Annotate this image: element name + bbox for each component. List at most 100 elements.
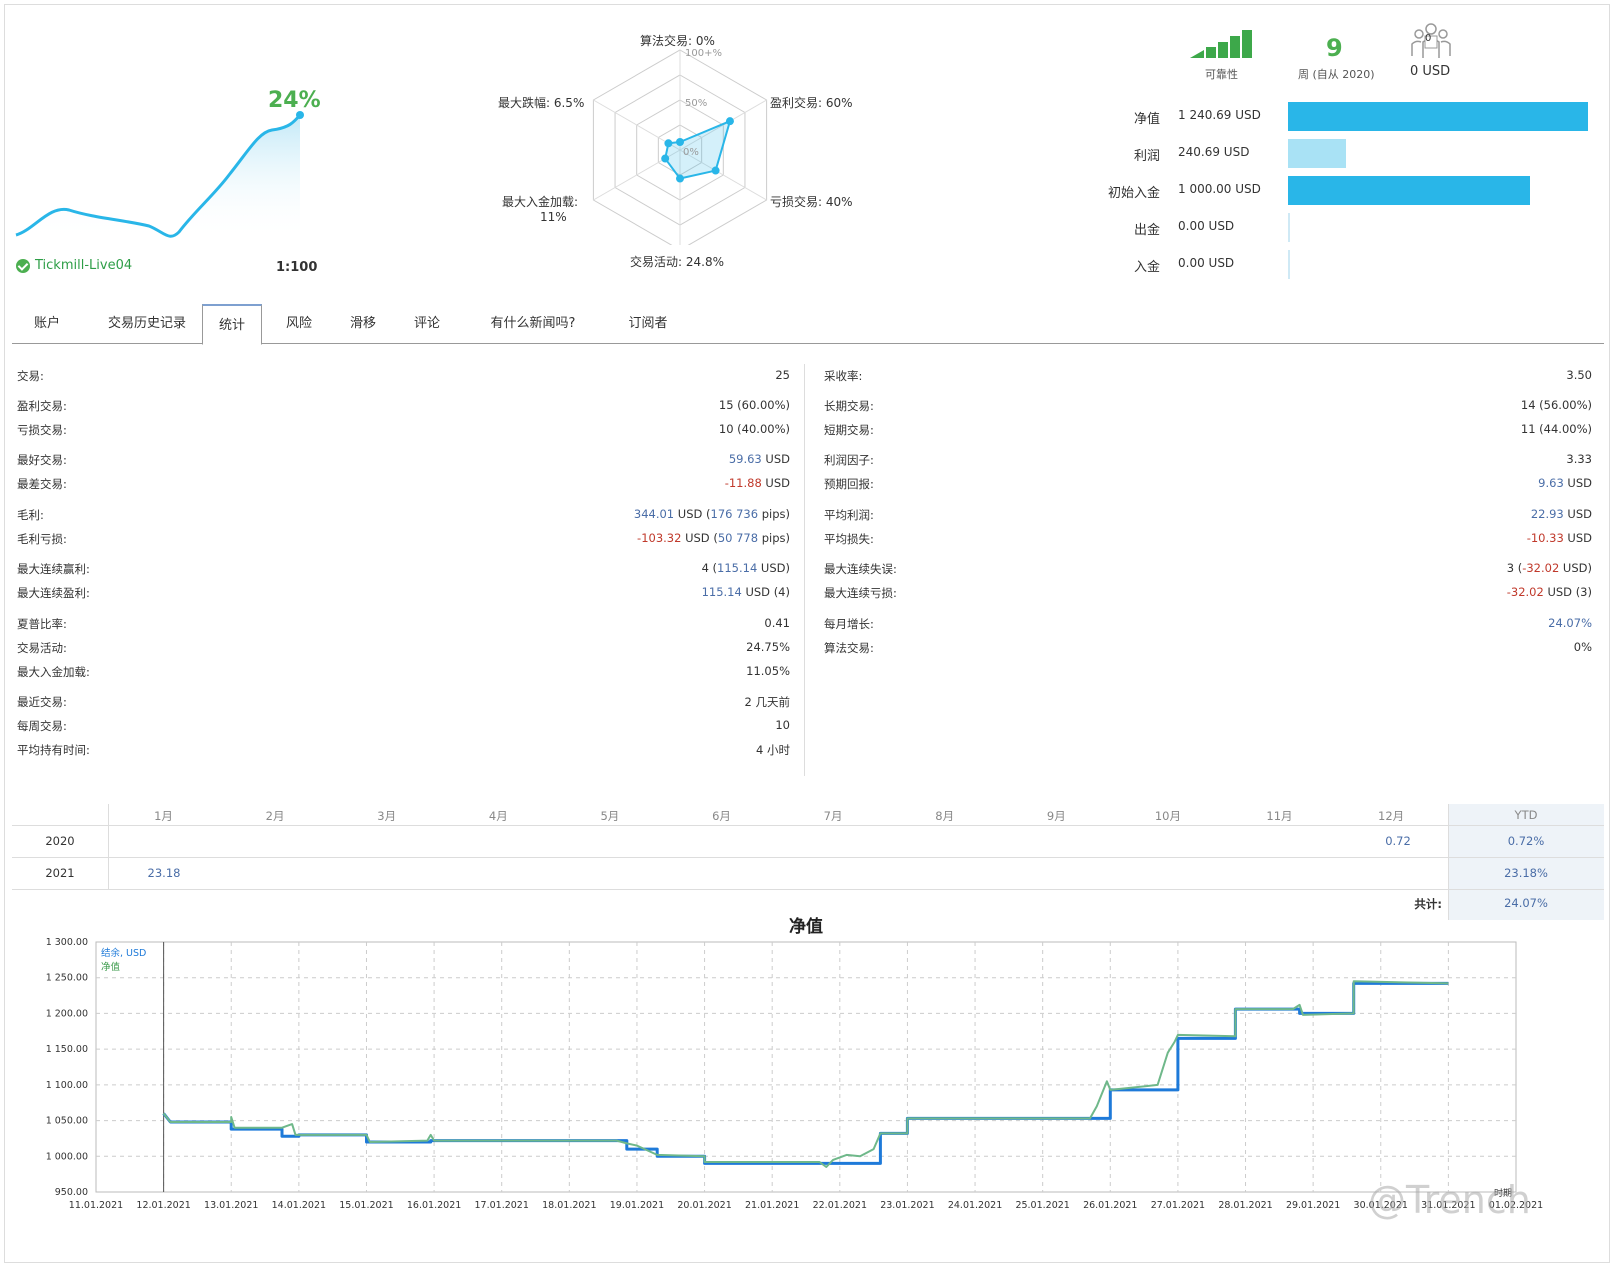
leverage: 1:100 (276, 260, 318, 275)
stat-value-part: USD ( (681, 531, 718, 545)
stat-label: 最大连续赢利: (17, 562, 90, 576)
stat-value-part: 50 778 (717, 531, 759, 545)
stat-value-part: -32.02 (1522, 561, 1560, 575)
tab-slippage[interactable]: 滑移 (338, 304, 388, 344)
balance-row: 初始入金 1 000.00 USD (1060, 176, 1600, 206)
x-tick-label: 28.01.2021 (1218, 1200, 1272, 1211)
ytd-col-divider (1448, 804, 1449, 920)
month-header: 2月 (265, 809, 285, 823)
stat-value: -10.33 USD (1527, 531, 1592, 545)
stat-label: 交易活动: (17, 641, 67, 655)
month-value: 0.72 (1385, 834, 1411, 848)
stat-value-part: -32.02 (1506, 585, 1544, 599)
balance-bar (1288, 176, 1530, 205)
tab-history[interactable]: 交易历史记录 (92, 304, 202, 344)
monthly-row-2021: 2021 23.18 23.18% (12, 858, 1604, 890)
radar-point (711, 166, 720, 175)
tab-statistics[interactable]: 统计 (202, 304, 262, 345)
stat-value-text: 10 (775, 718, 790, 732)
stat-value: 3.33 (1566, 452, 1592, 466)
stat-label: 最差交易: (17, 477, 67, 491)
y-tick-label: 1 250.00 (46, 973, 88, 984)
month-header: 9月 (1046, 809, 1066, 823)
stat-value-part: 59.63 (728, 452, 762, 466)
stat-label: 最大连续失误: (824, 562, 897, 576)
radar-label-max-load-value: 11% (540, 210, 567, 224)
tab-subscribers[interactable]: 订阅者 (616, 304, 680, 344)
stat-value-text: 3.33 (1566, 452, 1592, 466)
stat-value: 115.14 USD (4) (702, 585, 790, 599)
stat-value-part: pips) (758, 531, 790, 545)
stat-label: 毛利亏损: (17, 532, 67, 546)
radar-point (676, 174, 684, 183)
x-tick-label: 25.01.2021 (1015, 1200, 1069, 1211)
stat-value: 11 (44.00%) (1521, 422, 1592, 436)
balance-bar (1288, 213, 1290, 242)
year-col-divider (108, 804, 109, 890)
stat-value: 14 (56.00%) (1521, 398, 1592, 412)
stat-label: 每月增长: (824, 617, 874, 631)
broker-name: Tickmill-Live04 (35, 258, 133, 273)
month-header: 3月 (377, 809, 397, 823)
balance-label: 初始入金 (1107, 186, 1160, 201)
balance-bar (1288, 139, 1347, 168)
y-tick-label: 1 150.00 (46, 1044, 88, 1055)
tab-news[interactable]: 有什么新闻吗? (474, 304, 592, 344)
radar-ring-50: 50% (685, 98, 708, 109)
watermark: @Trench (1368, 1178, 1531, 1222)
stat-value: 0.41 (764, 616, 790, 630)
stat-value: -11.88 USD (725, 476, 790, 490)
stat-value-text: 15 (60.00%) (718, 398, 790, 412)
month-header: 10月 (1154, 809, 1181, 823)
stat-label: 平均持有时间: (17, 743, 90, 757)
y-tick-label: 1 200.00 (46, 1008, 88, 1019)
radar-label-loss-trades: 亏损交易: 40% (770, 195, 853, 209)
x-tick-label: 29.01.2021 (1286, 1200, 1340, 1211)
tab-account[interactable]: 账户 (20, 304, 74, 344)
tab-risk[interactable]: 风险 (274, 304, 324, 344)
stat-value-part: USD (761, 476, 790, 490)
x-tick-label: 16.01.2021 (407, 1200, 461, 1211)
stat-value: 10 (775, 718, 790, 732)
x-tick-label: 22.01.2021 (813, 1200, 867, 1211)
broker-link[interactable]: Tickmill-Live04 (16, 258, 132, 273)
stat-label: 最好交易: (17, 453, 67, 467)
stat-value-part: 176 736 (710, 507, 759, 521)
y-tick-label: 1 300.00 (46, 937, 88, 948)
tab-reviews[interactable]: 评论 (404, 304, 450, 344)
total-value: 24.07% (1504, 896, 1548, 910)
balance-label: 利润 (1133, 149, 1160, 164)
balance-value: 240.69 USD (1178, 145, 1250, 159)
balance-row: 出金 0.00 USD (1060, 213, 1600, 243)
stat-label: 平均损失: (824, 532, 874, 546)
month-header: 5月 (600, 809, 620, 823)
stat-value-text: 3.50 (1566, 368, 1592, 382)
stat-value: 15 (60.00%) (719, 398, 790, 412)
stat-value-text: 24.75% (746, 640, 790, 654)
stat-label: 平均利润: (824, 508, 874, 522)
radar-label-algo: 算法交易: 0% (640, 34, 715, 48)
stat-label: 算法交易: (824, 641, 874, 655)
plot-frame (95, 941, 1517, 1193)
stat-value: 25 (775, 368, 790, 382)
stat-value-part: 344.01 (633, 507, 675, 521)
stat-value: 11.05% (746, 664, 790, 678)
stat-label: 利润因子: (824, 453, 874, 467)
radar-ring-0: 0% (683, 147, 699, 158)
stat-value: -103.32 USD (50 778 pips) (637, 531, 790, 545)
weeks-count: 9 (1326, 34, 1343, 62)
legend-balance: 结余, USD (101, 947, 146, 959)
ytd-header: YTD (1514, 808, 1538, 822)
stat-label: 预期回报: (824, 477, 874, 491)
y-tick-label: 1 000.00 (46, 1151, 88, 1162)
x-tick-label: 17.01.2021 (475, 1200, 529, 1211)
x-tick-label: 12.01.2021 (136, 1200, 190, 1211)
radar-point (664, 139, 673, 148)
month-header: 12月 (1378, 809, 1405, 823)
reliability-label: 可靠性 (1205, 68, 1238, 81)
stat-value: 9.63 USD (1538, 476, 1592, 490)
reliability-bars-icon (1190, 30, 1252, 58)
stat-value-part: USD (761, 452, 790, 466)
radar-point (661, 154, 670, 163)
x-tick-label: 26.01.2021 (1083, 1200, 1137, 1211)
